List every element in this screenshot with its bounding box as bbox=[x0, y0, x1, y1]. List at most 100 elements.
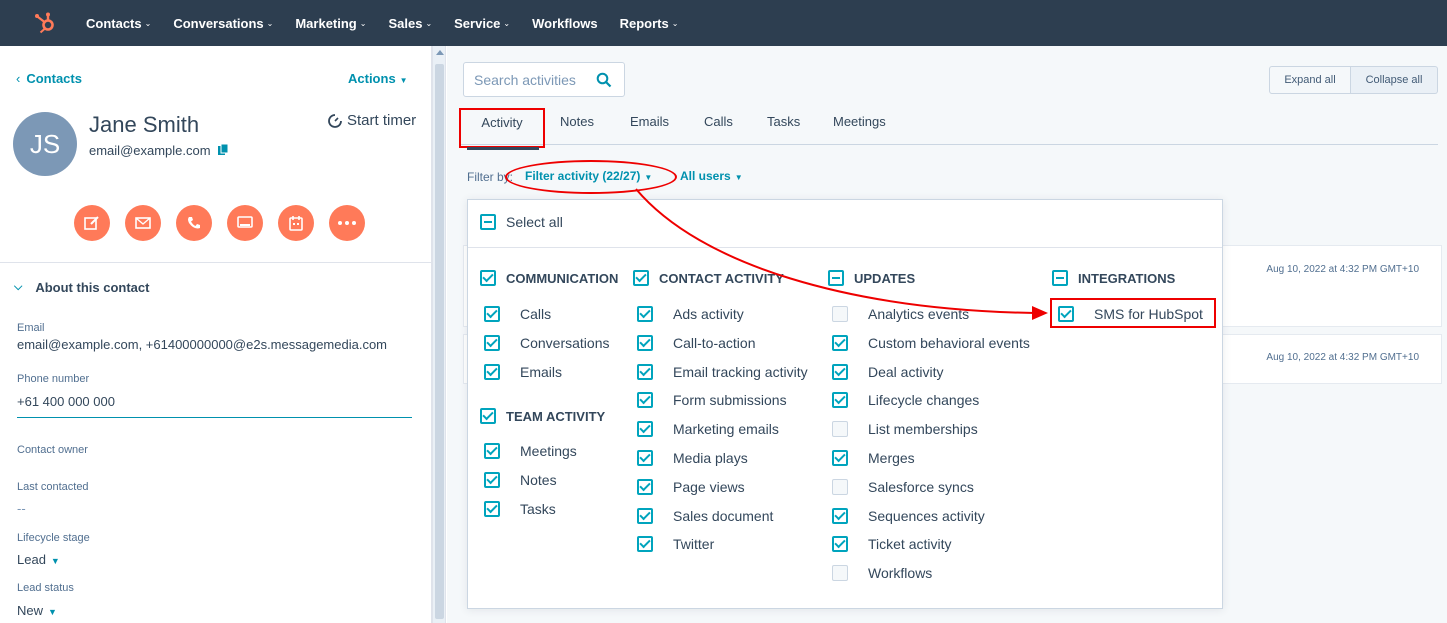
group-team-activity[interactable]: TEAM ACTIVITY bbox=[480, 408, 605, 424]
phone-input-underline bbox=[17, 417, 412, 418]
filter-item-deal-activity[interactable]: Deal activity bbox=[832, 364, 943, 380]
filter-item-conversations[interactable]: Conversations bbox=[484, 335, 610, 351]
meeting-button[interactable] bbox=[227, 205, 263, 241]
copy-icon[interactable] bbox=[218, 144, 228, 156]
filter-item-workflows[interactable]: Workflows bbox=[832, 565, 932, 581]
nav-service[interactable]: Service ⌄ bbox=[454, 16, 510, 31]
filter-item-call-to-action[interactable]: Call-to-action bbox=[637, 335, 755, 351]
contact-action-buttons bbox=[74, 205, 365, 241]
meeting-icon bbox=[237, 216, 253, 228]
create-note-button[interactable] bbox=[74, 205, 110, 241]
checkbox-icon bbox=[637, 479, 653, 495]
activity-date: Aug 10, 2022 at 4:32 PM GMT+10 bbox=[1266, 264, 1419, 275]
filter-item-sms-for-hubspot[interactable]: SMS for HubSpot bbox=[1058, 306, 1203, 322]
lifecycle-stage-select[interactable]: Lead ▼ bbox=[17, 552, 60, 567]
filter-item-sales-document[interactable]: Sales document bbox=[637, 508, 773, 524]
about-contact-toggle[interactable]: ⌵ About this contact bbox=[14, 280, 149, 295]
tab-meetings[interactable]: Meetings bbox=[833, 114, 886, 129]
nav-workflows[interactable]: Workflows bbox=[532, 16, 598, 31]
filter-item-meetings[interactable]: Meetings bbox=[484, 443, 577, 459]
nav-contacts[interactable]: Contacts ⌄ bbox=[86, 16, 151, 31]
sidebar-scrollbar[interactable] bbox=[432, 46, 446, 623]
tab-calls[interactable]: Calls bbox=[704, 114, 733, 129]
email-value[interactable]: email@example.com, +61400000000@e2s.mess… bbox=[17, 337, 387, 352]
hubspot-logo-icon[interactable] bbox=[33, 11, 57, 35]
actions-menu-button[interactable]: Actions ▼ bbox=[348, 71, 408, 86]
select-all-checkbox[interactable]: Select all bbox=[480, 214, 563, 230]
filter-item-marketing-emails[interactable]: Marketing emails bbox=[637, 421, 779, 437]
partial-checkbox-icon bbox=[828, 270, 844, 286]
avatar: JS bbox=[13, 112, 77, 176]
checkbox-icon bbox=[637, 536, 653, 552]
last-contacted-value: -- bbox=[17, 501, 26, 516]
lead-status-select[interactable]: New ▼ bbox=[17, 603, 57, 618]
filter-item-tasks[interactable]: Tasks bbox=[484, 501, 556, 517]
avatar-initials: JS bbox=[29, 128, 61, 159]
tab-tasks[interactable]: Tasks bbox=[767, 114, 800, 129]
search-activities-input[interactable]: Search activities bbox=[463, 62, 625, 97]
filter-item-sequences-activity[interactable]: Sequences activity bbox=[832, 508, 985, 524]
tab-emails[interactable]: Emails bbox=[630, 114, 669, 129]
top-nav: Contacts ⌄ Conversations ⌄ Marketing ⌄ Sale… bbox=[0, 0, 1447, 46]
filter-item-list-memberships[interactable]: List memberships bbox=[832, 421, 978, 437]
scrollbar-thumb[interactable] bbox=[435, 64, 444, 619]
group-contact-activity[interactable]: CONTACT ACTIVITY bbox=[633, 270, 784, 286]
all-users-dropdown[interactable]: All users ▼ bbox=[680, 169, 743, 183]
filter-item-merges[interactable]: Merges bbox=[832, 450, 915, 466]
filter-item-calls[interactable]: Calls bbox=[484, 306, 551, 322]
filter-item-lifecycle-changes[interactable]: Lifecycle changes bbox=[832, 392, 979, 408]
filter-item-page-views[interactable]: Page views bbox=[637, 479, 745, 495]
checkbox-icon bbox=[1058, 306, 1074, 322]
checkbox-icon bbox=[637, 392, 653, 408]
nav-conversations[interactable]: Conversations ⌄ bbox=[173, 16, 273, 31]
annotation-ellipse bbox=[505, 160, 677, 194]
checkbox-icon bbox=[832, 392, 848, 408]
nav-marketing[interactable]: Marketing ⌄ bbox=[295, 16, 366, 31]
chevron-down-icon: ⌄ bbox=[266, 18, 274, 28]
scroll-up-arrow-icon[interactable] bbox=[436, 50, 444, 55]
filter-item-media-plays[interactable]: Media plays bbox=[637, 450, 748, 466]
email-button[interactable] bbox=[125, 205, 161, 241]
tab-activity[interactable]: Activity bbox=[459, 108, 545, 150]
checkbox-icon bbox=[832, 450, 848, 466]
phone-input[interactable]: +61 400 000 000 bbox=[17, 394, 115, 409]
task-button[interactable] bbox=[278, 205, 314, 241]
collapse-all-button[interactable]: Collapse all bbox=[1351, 66, 1438, 94]
search-icon bbox=[596, 72, 612, 87]
activity-tabs: Activity Notes Emails Calls Tasks Meetin… bbox=[459, 108, 1438, 150]
nav-sales[interactable]: Sales ⌄ bbox=[388, 16, 432, 31]
filter-item-custom-behavioral-events[interactable]: Custom behavioral events bbox=[832, 335, 1030, 351]
group-integrations[interactable]: INTEGRATIONS bbox=[1052, 270, 1175, 286]
filter-item-ticket-activity[interactable]: Ticket activity bbox=[832, 536, 952, 552]
filter-item-form-submissions[interactable]: Form submissions bbox=[637, 392, 787, 408]
tab-notes[interactable]: Notes bbox=[560, 114, 594, 129]
filter-item-salesforce-syncs[interactable]: Salesforce syncs bbox=[832, 479, 974, 495]
filter-item-ads-activity[interactable]: Ads activity bbox=[637, 306, 744, 322]
checkbox-icon bbox=[832, 421, 848, 437]
group-communication[interactable]: COMMUNICATION bbox=[480, 270, 618, 286]
checkbox-icon bbox=[480, 270, 496, 286]
filter-item-analytics-events[interactable]: Analytics events bbox=[832, 306, 969, 322]
filter-item-twitter[interactable]: Twitter bbox=[637, 536, 714, 552]
caret-down-icon: ▼ bbox=[399, 76, 408, 85]
checkbox-icon bbox=[637, 306, 653, 322]
chevron-down-icon: ⌄ bbox=[359, 18, 367, 28]
expand-all-button[interactable]: Expand all bbox=[1269, 66, 1351, 94]
chevron-left-icon: ‹ bbox=[16, 71, 21, 86]
call-button[interactable] bbox=[176, 205, 212, 241]
filter-item-notes[interactable]: Notes bbox=[484, 472, 557, 488]
filter-item-email-tracking[interactable]: Email tracking activity bbox=[637, 364, 808, 380]
nav-reports[interactable]: Reports ⌄ bbox=[620, 16, 679, 31]
expand-collapse-group: Expand all Collapse all bbox=[1269, 66, 1438, 94]
checkbox-icon bbox=[832, 335, 848, 351]
group-updates[interactable]: UPDATES bbox=[828, 270, 915, 286]
menu-divider bbox=[468, 247, 1222, 248]
checkbox-icon bbox=[484, 443, 500, 459]
filter-item-emails[interactable]: Emails bbox=[484, 364, 562, 380]
checkbox-icon bbox=[637, 364, 653, 380]
back-to-contacts-link[interactable]: ‹ Contacts bbox=[16, 71, 82, 86]
chevron-down-icon: ⌄ bbox=[503, 18, 511, 28]
more-actions-button[interactable] bbox=[329, 205, 365, 241]
checkbox-icon bbox=[637, 421, 653, 437]
start-timer-button[interactable]: Start timer bbox=[328, 112, 416, 129]
